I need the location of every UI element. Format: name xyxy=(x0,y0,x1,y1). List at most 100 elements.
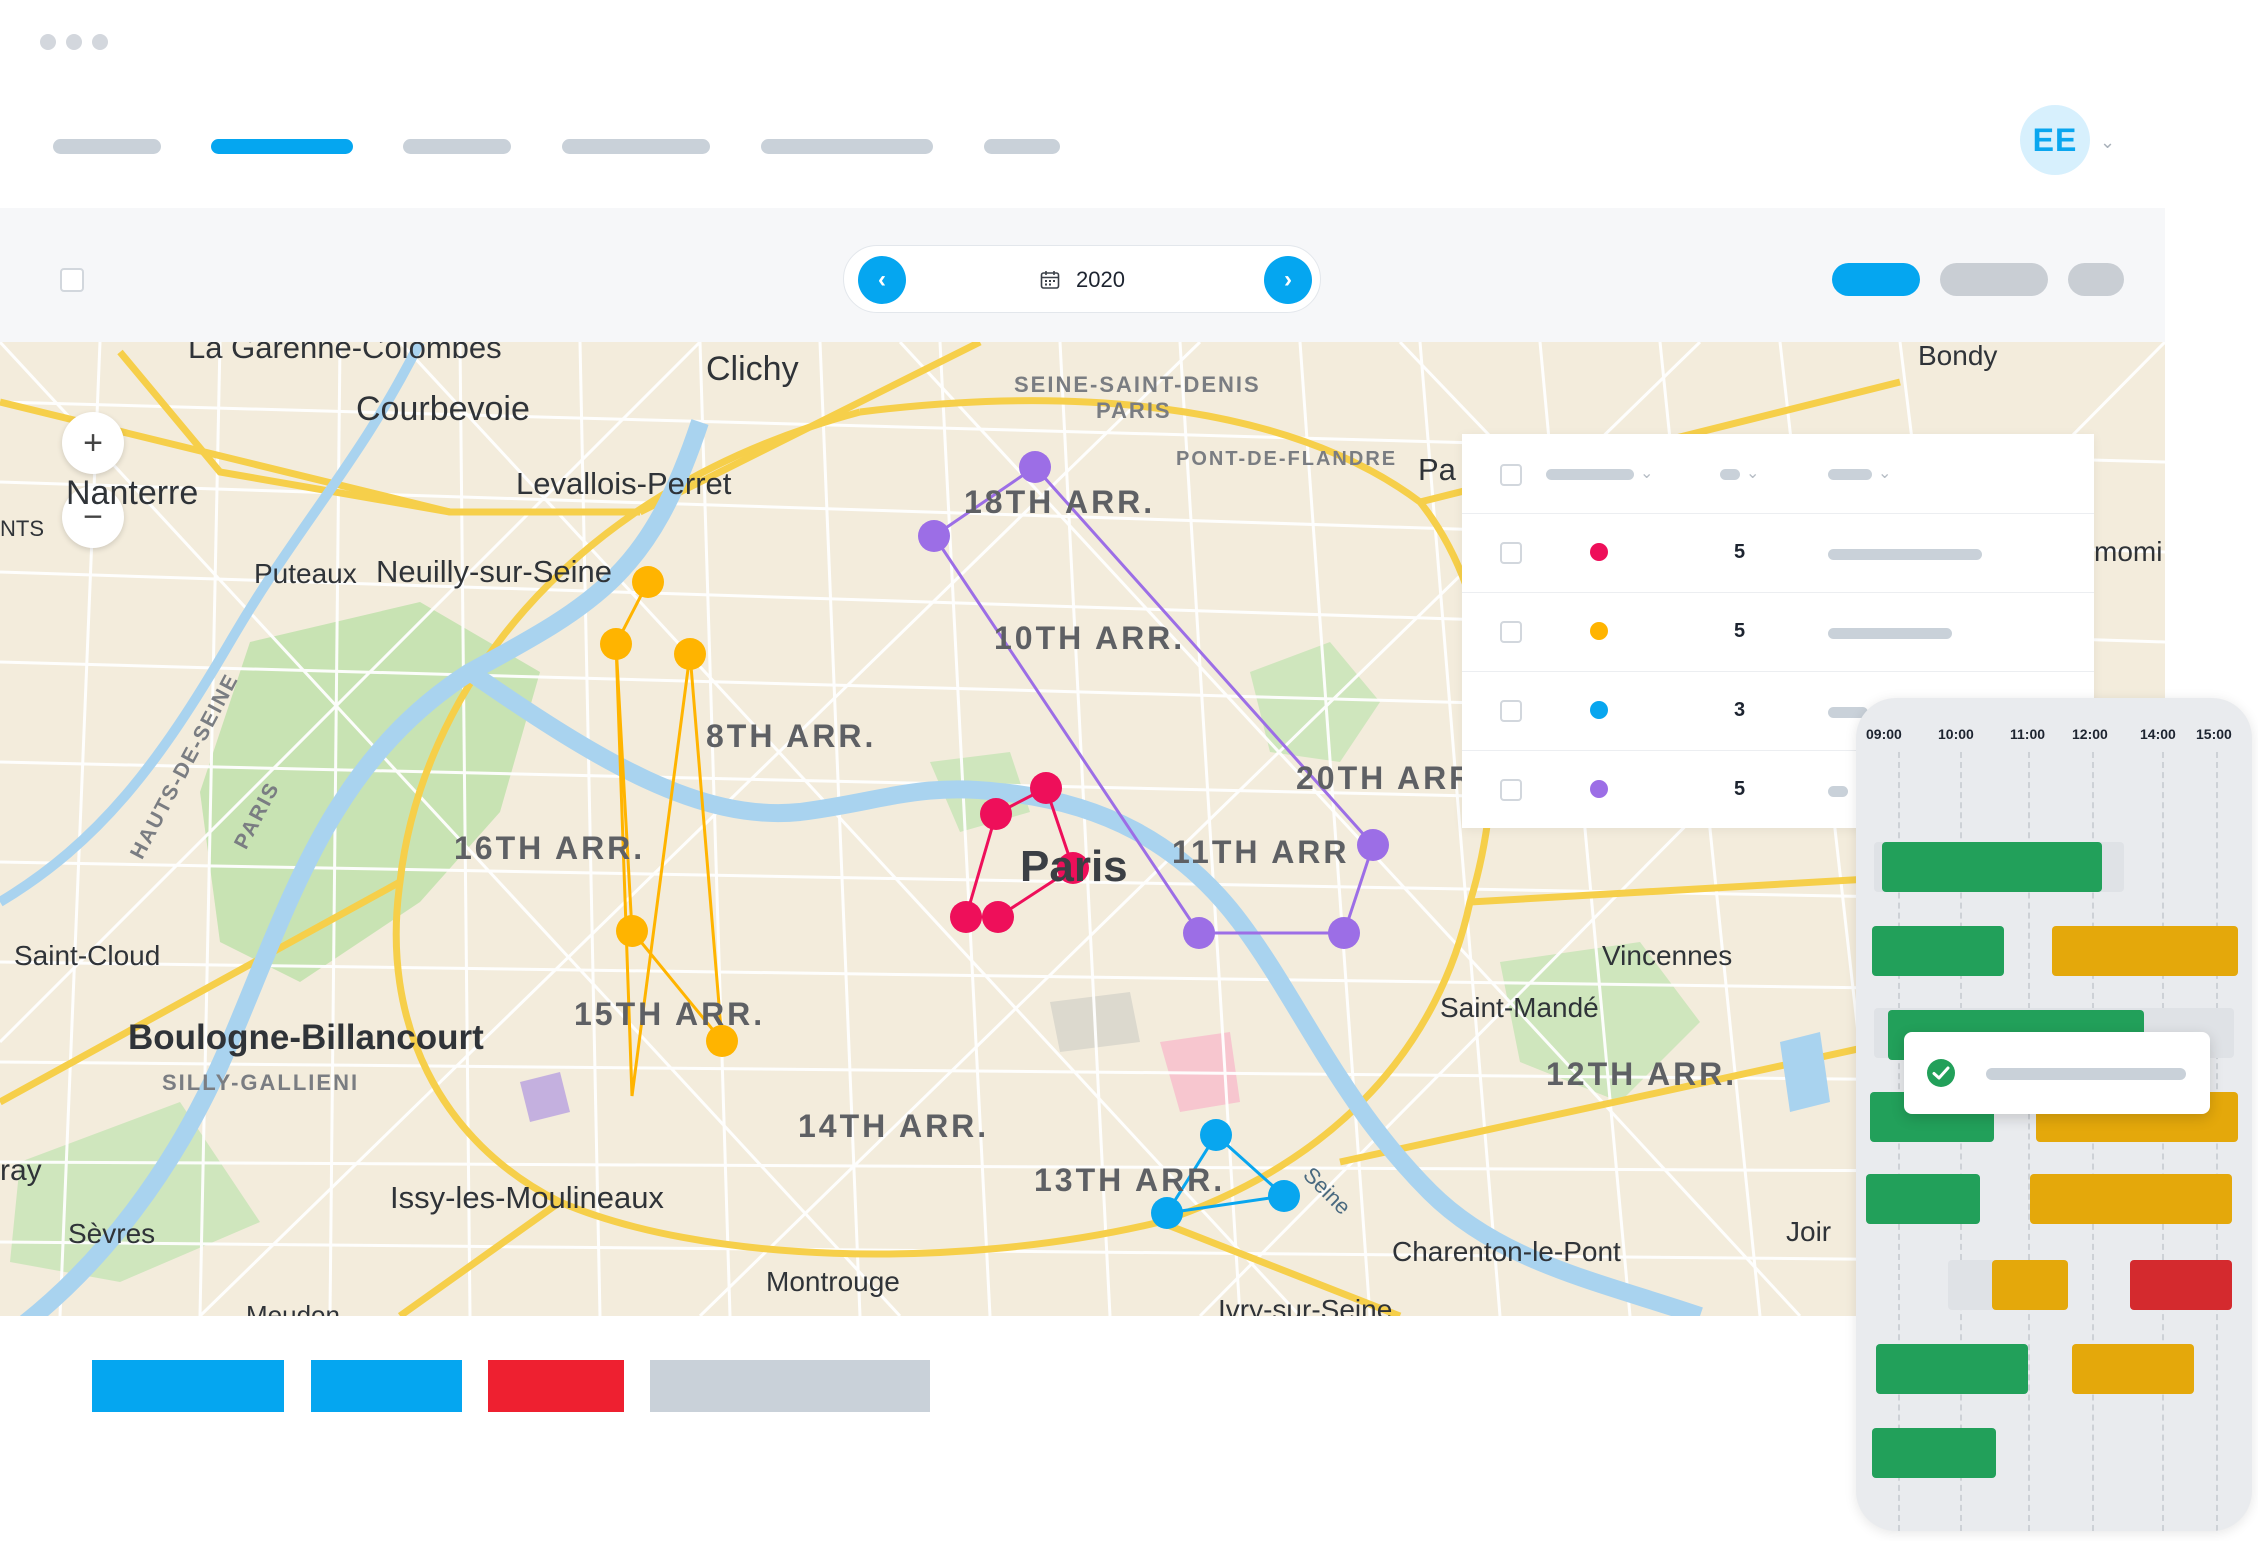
nav-item-4[interactable] xyxy=(562,139,710,154)
schedule-bar-green[interactable] xyxy=(1872,1428,1996,1478)
stop-count: 3 xyxy=(1734,699,1746,721)
column-header-color[interactable] xyxy=(1720,469,1740,480)
route-stop[interactable] xyxy=(616,915,648,947)
route-stop[interactable] xyxy=(632,566,664,598)
nav-item-2-active[interactable] xyxy=(211,139,353,154)
select-all-checkbox[interactable] xyxy=(60,268,84,292)
sort-chevron-icon[interactable]: ⌄ xyxy=(1878,463,1891,483)
schedule-bar-green[interactable] xyxy=(1866,1174,1980,1224)
chevron-right-icon[interactable]: › xyxy=(1264,256,1312,304)
toolbar-tertiary-button[interactable] xyxy=(2068,263,2124,296)
place-label: Saint-Cloud xyxy=(14,940,161,971)
schedule-bar-yellow[interactable] xyxy=(2072,1344,2194,1394)
arrondissement-label: 13TH ARR. xyxy=(1034,1162,1226,1198)
route-color-dot xyxy=(1590,780,1608,798)
row-checkbox[interactable] xyxy=(1500,700,1522,722)
chevron-left-icon[interactable]: ‹ xyxy=(858,256,906,304)
place-label: Charenton-le-Pont xyxy=(1392,1236,1621,1267)
nav-item-1[interactable] xyxy=(53,139,161,154)
route-stop[interactable] xyxy=(1183,917,1215,949)
schedule-bar-green[interactable] xyxy=(1876,1344,2028,1394)
route-stop[interactable] xyxy=(1328,917,1360,949)
schedule-bar-yellow[interactable] xyxy=(2030,1174,2232,1224)
action-button-3[interactable] xyxy=(488,1360,624,1412)
place-label: PARIS xyxy=(1096,398,1172,423)
place-label: Bondy xyxy=(1918,342,1998,371)
route-stop[interactable] xyxy=(950,901,982,933)
stop-count: 5 xyxy=(1734,541,1746,563)
place-label: Issy-les-Moulineaux xyxy=(390,1180,664,1215)
action-button-1[interactable] xyxy=(92,1360,284,1412)
toolbar-secondary-button[interactable] xyxy=(1940,263,2048,296)
place-label: Meudon xyxy=(246,1300,340,1316)
route-stop[interactable] xyxy=(1030,772,1062,804)
place-label: Nanterre xyxy=(66,474,199,512)
place-label: La Garenne-Colombes xyxy=(188,342,502,365)
toast-message-placeholder xyxy=(1986,1068,2186,1080)
notification-toast[interactable] xyxy=(1904,1032,2210,1114)
place-label: PONT-DE-FLANDRE xyxy=(1176,448,1398,470)
schedule-bar-green[interactable] xyxy=(1882,842,2102,892)
route-stop[interactable] xyxy=(1357,829,1389,861)
arrondissement-label: 12TH ARR. xyxy=(1546,1056,1738,1092)
route-stop[interactable] xyxy=(600,628,632,660)
place-label: Pa xyxy=(1418,452,1456,487)
action-button-2[interactable] xyxy=(311,1360,462,1412)
chevron-down-icon[interactable]: ⌄ xyxy=(2100,132,2115,153)
row-placeholder xyxy=(1828,628,1952,639)
place-label: Clichy xyxy=(706,350,799,388)
toolbar-primary-button[interactable] xyxy=(1832,263,1920,296)
schedule-bar-yellow[interactable] xyxy=(2052,926,2238,976)
nav-item-5[interactable] xyxy=(761,139,933,154)
time-label: 09:00 xyxy=(1866,726,1902,742)
window-dot-minimize[interactable] xyxy=(66,34,82,50)
place-label: Sèvres xyxy=(68,1218,156,1249)
time-label: 15:00 xyxy=(2196,726,2232,742)
row-checkbox[interactable] xyxy=(1500,779,1522,801)
window-dot-maximize[interactable] xyxy=(92,34,108,50)
time-label: 12:00 xyxy=(2072,726,2108,742)
row-checkbox[interactable] xyxy=(1500,621,1522,643)
schedule-bar-yellow[interactable] xyxy=(1992,1260,2068,1310)
place-label: Courbevoie xyxy=(356,390,530,428)
route-color-dot xyxy=(1590,701,1608,719)
arrondissement-label: 20TH ARR xyxy=(1296,760,1476,796)
zoom-in-button[interactable]: + xyxy=(62,412,124,474)
sort-chevron-icon[interactable]: ⌄ xyxy=(1746,463,1759,483)
arrondissement-label: 14TH ARR. xyxy=(798,1108,990,1144)
map-area-purple xyxy=(520,1072,570,1122)
table-row[interactable]: 5 xyxy=(1462,513,2094,593)
arrondissement-label: 15TH ARR. xyxy=(574,996,766,1032)
column-header-name[interactable] xyxy=(1546,469,1634,480)
nav-item-3[interactable] xyxy=(403,139,511,154)
place-label: Neuilly-sur-Seine xyxy=(376,554,613,589)
place-label: Joir xyxy=(1786,1216,1832,1247)
table-select-all-checkbox[interactable] xyxy=(1500,464,1522,486)
arrondissement-label: 8TH ARR. xyxy=(706,718,877,754)
route-color-dot xyxy=(1590,543,1608,561)
time-label: 10:00 xyxy=(1938,726,1974,742)
column-header-stops[interactable] xyxy=(1828,469,1872,480)
route-stop[interactable] xyxy=(674,638,706,670)
route-stop[interactable] xyxy=(1200,1119,1232,1151)
time-label: 11:00 xyxy=(2010,726,2046,742)
route-stop[interactable] xyxy=(1268,1180,1300,1212)
nav-item-6[interactable] xyxy=(984,139,1060,154)
route-stop[interactable] xyxy=(918,520,950,552)
table-row[interactable]: 5 xyxy=(1462,592,2094,672)
place-label: momi xyxy=(2094,536,2163,567)
window-dot-close[interactable] xyxy=(40,34,56,50)
place-label: SEINE-SAINT-DENIS xyxy=(1014,372,1261,397)
route-stop[interactable] xyxy=(1151,1197,1183,1229)
user-avatar[interactable]: EE xyxy=(2020,105,2090,175)
route-stop[interactable] xyxy=(982,901,1014,933)
map-park-sevres xyxy=(10,1102,260,1282)
row-checkbox[interactable] xyxy=(1500,542,1522,564)
sort-chevron-icon[interactable]: ⌄ xyxy=(1640,463,1653,483)
place-label: Montrouge xyxy=(766,1266,900,1297)
schedule-bar-red[interactable] xyxy=(2130,1260,2232,1310)
schedule-bar-green[interactable] xyxy=(1872,926,2004,976)
route-stop[interactable] xyxy=(1019,451,1051,483)
route-stop[interactable] xyxy=(980,798,1012,830)
action-button-4[interactable] xyxy=(650,1360,930,1412)
